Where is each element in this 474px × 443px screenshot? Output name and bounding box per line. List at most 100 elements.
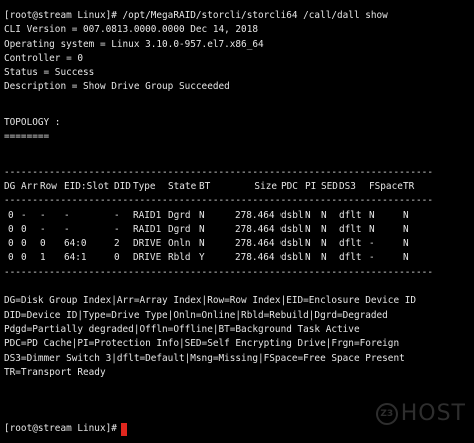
column-header: SED <box>321 180 338 192</box>
table-cell: N <box>369 209 375 221</box>
table-cell: N <box>369 223 375 235</box>
table-cell: 64:1 <box>64 252 87 264</box>
table-cell: - <box>64 223 70 235</box>
table-cell: N <box>305 209 311 221</box>
table-cell: Dgrd <box>168 209 191 221</box>
legend-line: DID=Device ID|Type=Drive Type|Onln=Onlin… <box>4 309 388 321</box>
table-cell: - <box>369 238 375 250</box>
table-cell: - <box>114 209 120 221</box>
table-cell: dsbl <box>281 238 304 250</box>
table-cell: - <box>21 209 27 221</box>
controller-line: Controller = 0 <box>4 52 84 64</box>
table-cell: - <box>369 252 375 264</box>
table-cell: 278.464 GB <box>235 252 281 264</box>
table-cell: dflt <box>339 238 362 250</box>
table-cell: Y <box>199 252 205 264</box>
topology-underline: ======== <box>4 131 50 143</box>
logo-badge-icon: Z3 <box>375 403 398 425</box>
table-cell: 0 <box>21 223 27 235</box>
table-row: 0 0 1 64:1 0 DRIVE Rbld Y 278.464 GB dsb… <box>4 251 474 265</box>
column-header: TR <box>403 180 415 192</box>
table-cell: 2 <box>114 238 120 250</box>
column-header: DS3 <box>339 180 356 192</box>
table-cell: 0 <box>21 252 27 264</box>
table-cell: DRIVE <box>133 238 162 250</box>
table-cell: dflt <box>339 252 362 264</box>
table-rule-top: ----------------------------------------… <box>4 166 433 178</box>
table-cell: 278.464 GB <box>235 238 281 250</box>
table-cell: N <box>305 252 311 264</box>
table-cell: N <box>199 223 205 235</box>
table-cell: RAID1 <box>133 209 162 221</box>
table-cell: DRIVE <box>133 252 162 264</box>
table-cell: N <box>199 209 205 221</box>
shell-prompt: [root@stream Linux]# <box>4 423 117 434</box>
table-row: 0 0 - - - RAID1 Dgrd N 278.464 GB dsbl N… <box>4 223 474 237</box>
table-cell: N <box>305 223 311 235</box>
terminal-window[interactable]: [root@stream Linux]# /opt/MegaRAID/storc… <box>0 0 474 443</box>
column-header: DID <box>114 180 131 192</box>
legend-line: Pdgd=Partially degraded|Offln=Offline|BT… <box>4 323 360 335</box>
table-cell: N <box>305 238 311 250</box>
table-row: 0 0 0 64:0 2 DRIVE Onln N 278.464 GB dsb… <box>4 237 474 251</box>
table-cell: 0 <box>8 223 14 235</box>
table-cell: Onln <box>168 238 191 250</box>
table-cell: N <box>321 238 327 250</box>
table-cell: N <box>199 238 205 250</box>
cli-version-line: CLI Version = 007.0813.0000.0000 Dec 14,… <box>4 24 258 36</box>
column-header: DG <box>4 180 16 192</box>
table-cell: 278.464 GB <box>235 223 281 235</box>
table-cell: Dgrd <box>168 223 191 235</box>
column-header: PI <box>305 180 317 192</box>
table-cell: N <box>403 223 409 235</box>
table-row: 0 - - - - RAID1 Dgrd N 278.464 GB dsbl N… <box>4 209 474 223</box>
table-rule-bottom: ----------------------------------------… <box>4 266 433 278</box>
legend-line: PDC=PD Cache|PI=Protection Info|SED=Self… <box>4 338 400 350</box>
table-cell: N <box>403 252 409 264</box>
table-cell: Rbld <box>168 252 191 264</box>
table-cell: N <box>321 252 327 264</box>
column-header: Size <box>254 180 277 192</box>
legend-line: DG=Disk Group Index|Arr=Array Index|Row=… <box>4 295 417 307</box>
table-cell: 278.464 GB <box>235 209 281 221</box>
logo-text: HOST <box>400 400 466 426</box>
table-cell: dflt <box>339 223 362 235</box>
column-header: PDC <box>281 180 298 192</box>
command-line: [root@stream Linux]# /opt/MegaRAID/storc… <box>4 10 388 21</box>
table-header-row: DG Arr Row EID:Slot DID Type State BT Si… <box>4 180 474 194</box>
table-cell: dsbl <box>281 209 304 221</box>
column-header: FSpace <box>369 180 403 192</box>
watermark-logo: Z3 HOST <box>375 400 466 426</box>
table-cell: dflt <box>339 209 362 221</box>
table-cell: 0 <box>8 252 14 264</box>
table-cell: - <box>40 209 46 221</box>
description-line: Description = Show Drive Group Succeeded <box>4 81 230 93</box>
table-cell: 0 <box>8 238 14 250</box>
table-cell: 64:0 <box>64 238 87 250</box>
status-line: Status = Success <box>4 67 95 79</box>
table-cell: N <box>403 238 409 250</box>
table-cell: N <box>321 209 327 221</box>
operating-system-line: Operating system = Linux 3.10.0-957.el7.… <box>4 38 264 50</box>
table-cell: RAID1 <box>133 223 162 235</box>
column-header: Arr <box>21 180 38 192</box>
table-cell: - <box>64 209 70 221</box>
column-header: BT <box>199 180 211 192</box>
shell-prompt-line[interactable]: [root@stream Linux]# <box>4 422 127 436</box>
legend-line: DS3=Dimmer Switch 3|dflt=Default|Msng=Mi… <box>4 352 405 364</box>
text-cursor <box>120 422 127 436</box>
table-rule-middle: ----------------------------------------… <box>4 195 433 207</box>
table-cell: 1 <box>40 252 46 264</box>
table-cell: 0 <box>8 209 14 221</box>
table-cell: 0 <box>114 252 120 264</box>
topology-title: TOPOLOGY : <box>4 117 61 129</box>
table-cell: dsbl <box>281 223 304 235</box>
column-header: State <box>168 180 197 192</box>
column-header: Row <box>40 180 57 192</box>
table-cell: - <box>40 223 46 235</box>
table-cell: N <box>321 223 327 235</box>
table-cell: 0 <box>40 238 46 250</box>
column-header: EID:Slot <box>64 180 110 192</box>
table-cell: - <box>114 223 120 235</box>
table-cell: 0 <box>21 238 27 250</box>
